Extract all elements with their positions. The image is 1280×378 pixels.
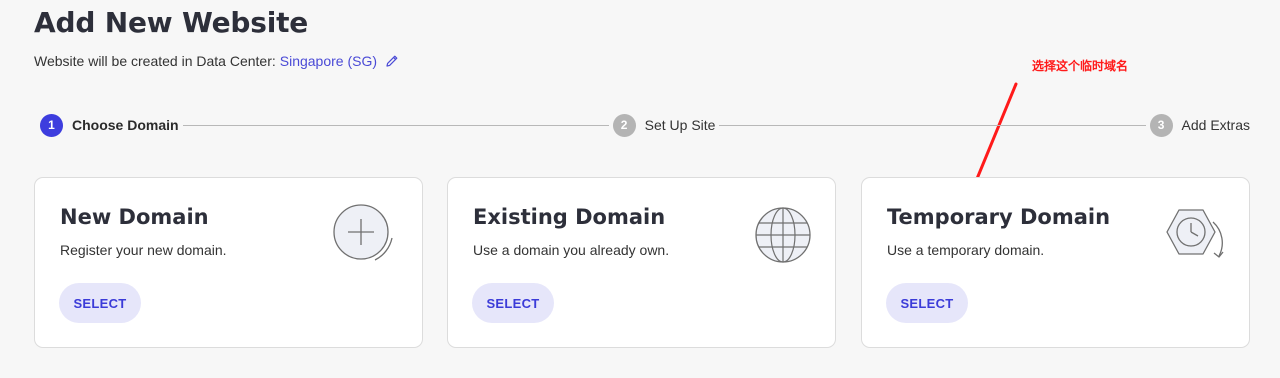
data-center-prefix: Website will be created in Data Center:: [34, 53, 276, 69]
clock-hexagon-icon: [1166, 209, 1224, 258]
step-connector: [719, 124, 1146, 126]
plus-circle-icon: [333, 204, 393, 261]
select-existing-domain-button[interactable]: SELECT: [472, 283, 554, 323]
card-description: Use a temporary domain.: [887, 242, 1045, 258]
data-center-link[interactable]: Singapore (SG): [280, 53, 377, 69]
step-choose-domain: 1 Choose Domain: [40, 113, 179, 137]
step-add-extras: 3 Add Extras: [1149, 113, 1251, 137]
select-new-domain-button[interactable]: SELECT: [59, 283, 141, 323]
step-number: 3: [1149, 113, 1173, 137]
step-label: Add Extras: [1181, 117, 1251, 133]
card-title: New Domain: [60, 205, 209, 229]
page-title: Add New Website: [34, 6, 309, 39]
step-label: Set Up Site: [644, 117, 716, 133]
existing-domain-card[interactable]: Existing Domain Use a domain you already…: [447, 177, 836, 348]
card-description: Use a domain you already own.: [473, 242, 670, 258]
annotation-text: 选择这个临时域名: [1032, 59, 1129, 73]
step-connector: [182, 124, 609, 126]
card-description: Register your new domain.: [60, 242, 227, 258]
card-title: Existing Domain: [473, 205, 666, 229]
temporary-domain-card[interactable]: Temporary Domain Use a temporary domain.…: [861, 177, 1250, 348]
card-title: Temporary Domain: [887, 205, 1111, 229]
edit-pencil-icon[interactable]: [385, 54, 399, 68]
step-label: Choose Domain: [72, 117, 179, 133]
select-temporary-domain-button[interactable]: SELECT: [886, 283, 968, 323]
new-domain-card[interactable]: New Domain Register your new domain. SEL…: [34, 177, 423, 348]
step-number: 2: [612, 113, 636, 137]
step-progress: 1 Choose Domain 2 Set Up Site 3 Add Extr…: [40, 112, 1250, 138]
step-set-up-site: 2 Set Up Site: [612, 113, 716, 137]
step-number: 1: [40, 113, 63, 137]
globe-icon: [755, 207, 811, 263]
data-center-info: Website will be created in Data Center: …: [34, 53, 399, 69]
